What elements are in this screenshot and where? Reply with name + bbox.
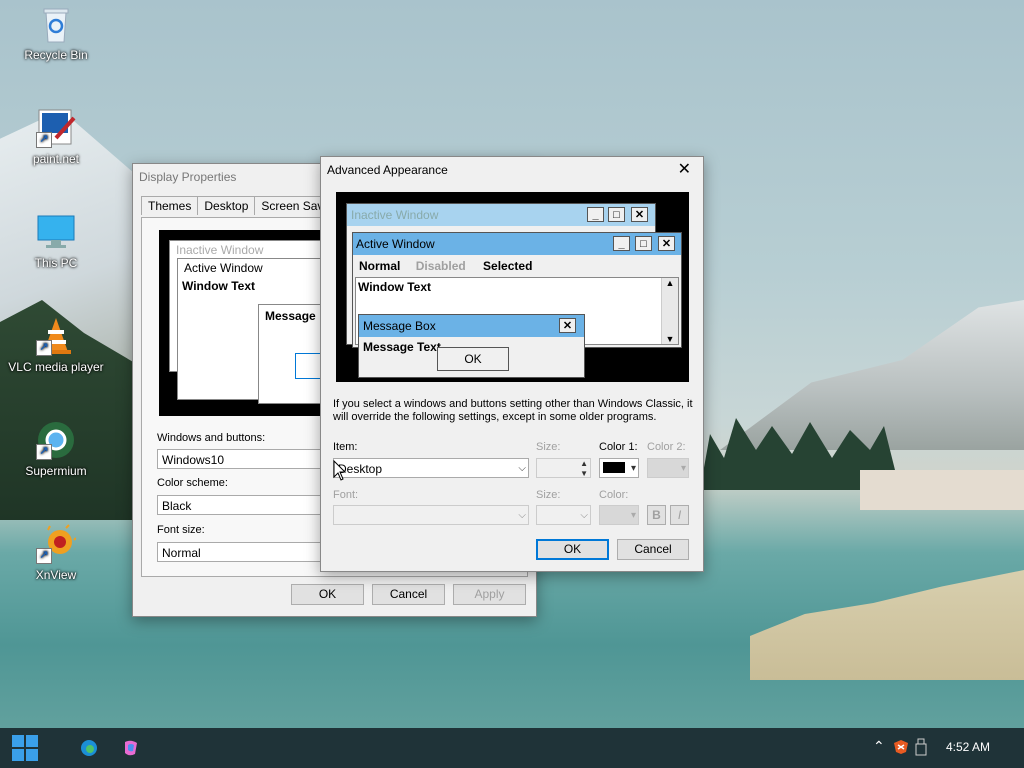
windows-buttons-label: Windows and buttons: [157, 432, 266, 444]
preview-window-text: Window Text [358, 280, 431, 294]
background-mountain-right [720, 300, 1024, 450]
usb-drive-icon[interactable] [915, 738, 927, 756]
copilot-icon[interactable] [122, 739, 140, 757]
color2-picker[interactable]: ▾ [647, 458, 689, 478]
preview-msgbox-ok-button: OK [437, 347, 509, 371]
xnview-icon: ↗ [36, 524, 77, 564]
spinner-arrows-icon: ▲ ▼ [580, 459, 588, 478]
maximize-icon: □ [635, 236, 652, 251]
font-color-picker[interactable]: ▾ [599, 505, 639, 525]
advanced-appearance-dialog[interactable]: Advanced Appearance ✕ Inactive Window _ … [320, 156, 704, 572]
desktop-icon-supermium[interactable]: ↗ Supermium [8, 420, 104, 478]
item-size-label: Size: [536, 441, 561, 453]
preview-scrollbar: ▲ ▼ [661, 278, 678, 344]
desktop-icon-recycle-bin[interactable]: Recycle Bin [8, 4, 104, 62]
shortcut-arrow-icon: ↗ [36, 444, 52, 460]
preview-menu-selected: Selected [483, 259, 533, 273]
minimize-icon: _ [587, 207, 604, 222]
supermium-icon: ↗ [36, 420, 76, 460]
dialog-title: Advanced Appearance [327, 163, 448, 177]
background-shore [860, 470, 1024, 510]
preview-active-title: Active Window [353, 233, 681, 255]
desktop-icon-label: paint.net [32, 152, 80, 166]
preview-menu-bar: Normal Disabled Selected [353, 257, 681, 275]
item-dropdown[interactable]: Desktop ⌵ [333, 458, 529, 478]
windows-logo-icon [12, 735, 38, 761]
paint-net-icon: ↗ [36, 108, 76, 148]
desktop-icon-label: Supermium [25, 464, 87, 478]
chevron-down-icon: ▾ [630, 510, 636, 521]
ok-button[interactable]: OK [536, 539, 609, 560]
close-icon[interactable]: ✕ [678, 159, 691, 179]
color1-label: Color 1: [599, 441, 638, 453]
font-label: Font: [333, 489, 359, 501]
monitor-icon [36, 212, 76, 252]
info-text: If you select a windows and buttons sett… [333, 398, 693, 423]
shield-icon[interactable] [893, 739, 909, 755]
edge-browser-icon[interactable] [80, 739, 98, 757]
desktop-icon-paint-net[interactable]: ↗ paint.net [8, 108, 104, 166]
close-icon: ✕ [658, 236, 675, 251]
font-size-label: Font size: [157, 524, 205, 536]
item-label: Item: [333, 441, 358, 453]
preview-menu-disabled: Disabled [415, 259, 466, 273]
cancel-button[interactable]: Cancel [617, 539, 689, 560]
background-grass [750, 570, 1024, 680]
recycle-bin-icon [36, 4, 76, 44]
ok-button[interactable]: OK [291, 584, 364, 605]
tab-themes[interactable]: Themes [141, 196, 199, 215]
desktop-icon-label: Recycle Bin [24, 48, 88, 62]
preview-msgbox-text: Message Text [363, 340, 441, 354]
apply-button[interactable]: Apply [453, 584, 526, 605]
desktop-icon-label: VLC media player [8, 360, 104, 374]
taskbar: ⌃ 4:52 AM [0, 728, 1024, 768]
scroll-up-icon: ▲ [665, 278, 675, 288]
shortcut-arrow-icon: ↗ [36, 340, 52, 356]
close-icon: ✕ [559, 318, 576, 333]
item-size-spinner[interactable]: ▲ ▼ [536, 458, 591, 478]
windows-buttons-dropdown[interactable]: Windows10 [157, 449, 337, 469]
color1-picker[interactable]: ▾ [599, 458, 639, 478]
maximize-icon: □ [608, 207, 625, 222]
chevron-down-icon: ▾ [680, 463, 686, 474]
chevron-down-icon: ⌵ [580, 510, 588, 521]
shortcut-arrow-icon: ↗ [36, 132, 52, 148]
chevron-up-icon[interactable]: ⌃ [873, 738, 885, 755]
preview-msgbox-title: Message Box [359, 315, 584, 337]
cancel-button[interactable]: Cancel [372, 584, 445, 605]
italic-button[interactable]: I [670, 505, 689, 525]
color-scheme-label: Color scheme: [157, 477, 228, 489]
vlc-cone-icon: ↗ [36, 316, 76, 356]
shortcut-arrow-icon: ↗ [36, 548, 52, 564]
color-scheme-dropdown[interactable]: Black [157, 495, 337, 515]
color-swatch [603, 462, 625, 473]
font-size-label: Size: [536, 489, 561, 501]
desktop-icon-label: XnView [35, 568, 77, 582]
chevron-down-icon: ⌵ [518, 463, 526, 474]
color2-label: Color 2: [647, 441, 686, 453]
bold-button[interactable]: B [647, 505, 666, 525]
minimize-icon: _ [613, 236, 630, 251]
preview-menu-normal: Normal [359, 259, 401, 273]
desktop-icon-label: This PC [34, 256, 78, 270]
tab-desktop[interactable]: Desktop [197, 196, 256, 215]
close-icon: ✕ [631, 207, 648, 222]
desktop-icon-xnview[interactable]: ↗ XnView [8, 524, 104, 582]
font-size-dropdown[interactable]: Normal [157, 542, 337, 562]
preview-message-box: Message Box ✕ Message Text OK [358, 314, 585, 378]
scroll-down-icon: ▼ [665, 334, 675, 344]
font-size-dropdown[interactable]: ⌵ [536, 505, 591, 525]
desktop-icon-vlc[interactable]: ↗ VLC media player [8, 316, 104, 374]
clock-time[interactable]: 4:52 AM [946, 740, 990, 754]
font-color-label: Color: [599, 489, 629, 501]
font-dropdown[interactable]: ⌵ [333, 505, 529, 525]
desktop-icon-this-pc[interactable]: This PC [8, 212, 104, 270]
tab-strip: Themes Desktop Screen Saver [141, 196, 342, 215]
chevron-down-icon: ⌵ [518, 510, 526, 521]
advanced-preview: Inactive Window _ □ ✕ Active Window _ □ … [336, 192, 689, 382]
start-button[interactable] [10, 733, 40, 763]
chevron-down-icon: ▾ [630, 463, 636, 474]
mouse-cursor-icon [333, 459, 347, 485]
